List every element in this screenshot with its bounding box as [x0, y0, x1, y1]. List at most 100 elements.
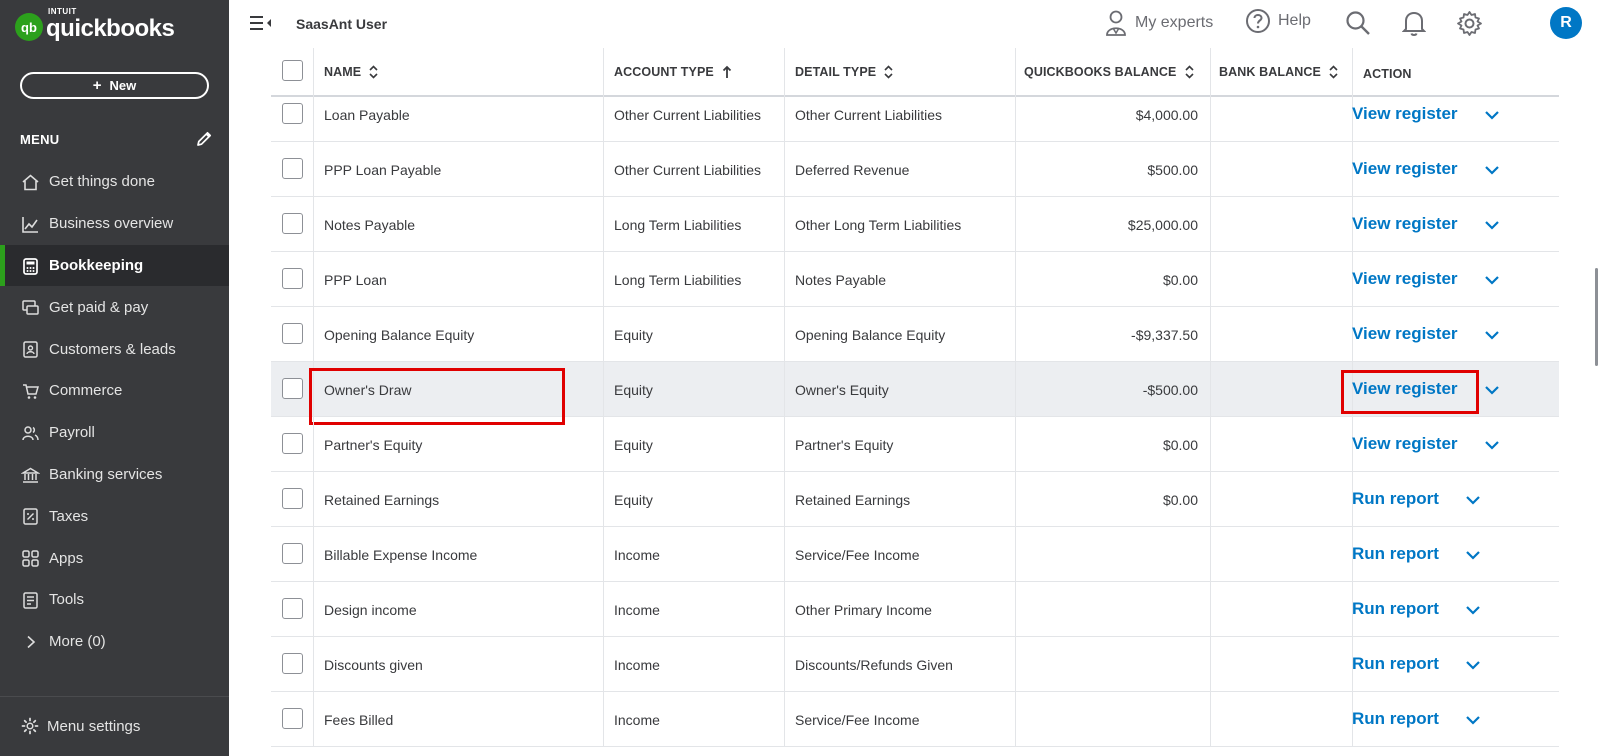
settings-gear-icon[interactable]: [1456, 10, 1483, 37]
sidebar-item-apps[interactable]: Apps: [0, 537, 229, 579]
chevron-down-icon[interactable]: [1484, 275, 1500, 285]
sidebar-item-label: Commerce: [49, 382, 123, 400]
chevron-down-icon[interactable]: [1484, 440, 1500, 450]
row-checkbox[interactable]: [282, 708, 303, 729]
avatar[interactable]: R: [1550, 7, 1582, 39]
cell-quickbooks-balance: [1016, 527, 1211, 582]
row-checkbox[interactable]: [282, 488, 303, 509]
sidebar-item-more[interactable]: More (0): [0, 621, 229, 663]
cell-quickbooks-balance: [1016, 637, 1211, 692]
row-checkbox[interactable]: [282, 213, 303, 234]
row-checkbox[interactable]: [282, 323, 303, 344]
view-register-link[interactable]: View register: [1352, 434, 1458, 454]
chevron-down-icon[interactable]: [1484, 220, 1500, 230]
row-checkbox[interactable]: [282, 543, 303, 564]
run-report-link[interactable]: Run report: [1352, 544, 1439, 564]
view-register-link[interactable]: View register: [1352, 159, 1458, 179]
chevron-down-icon[interactable]: [1484, 110, 1500, 120]
chevron-down-icon[interactable]: [1465, 715, 1481, 725]
table-row[interactable]: Loan Payable Other Current Liabilities Oth…: [271, 87, 1559, 142]
run-report-link[interactable]: Run report: [1352, 654, 1439, 674]
view-register-link[interactable]: View register: [1352, 379, 1458, 399]
calculator-icon: [23, 257, 38, 275]
tools-icon: [23, 592, 38, 609]
cell-bank-balance: [1211, 472, 1353, 527]
table-row[interactable]: Billable Expense Income Income Service/Fee…: [271, 527, 1559, 582]
search-icon[interactable]: [1345, 10, 1371, 36]
help-icon: [1246, 9, 1270, 33]
table-row[interactable]: PPP Loan Payable Other Current Liabilitie…: [271, 142, 1559, 197]
sidebar-item-customers-leads[interactable]: Customers & leads: [0, 328, 229, 370]
row-checkbox[interactable]: [282, 103, 303, 124]
help-button[interactable]: Help: [1245, 8, 1311, 34]
table-row[interactable]: Notes Payable Long Term Liabilities Other …: [271, 197, 1559, 252]
cell-detail-type: Owner's Equity: [785, 362, 1016, 417]
select-all-checkbox[interactable]: [282, 60, 303, 81]
table-row[interactable]: Opening Balance Equity Equity Opening Bala…: [271, 307, 1559, 362]
row-checkbox[interactable]: [282, 378, 303, 399]
table-row[interactable]: Fees Billed Income Service/Fee Income Run r…: [271, 692, 1559, 747]
sidebar-item-bookkeeping[interactable]: Bookkeeping: [0, 244, 229, 287]
menu-settings-label: Menu settings: [47, 717, 141, 735]
payment-icon: [22, 300, 39, 316]
cell-bank-balance: [1211, 417, 1353, 472]
table-row[interactable]: PPP Loan Long Term Liabilities Notes Payab…: [271, 252, 1559, 307]
run-report-link[interactable]: Run report: [1352, 709, 1439, 729]
quickbooks-logo[interactable]: qb INTUIT quickbooks: [15, 7, 175, 44]
row-checkbox[interactable]: [282, 268, 303, 289]
sidebar-item-label: Banking services: [49, 465, 163, 483]
cell-quickbooks-balance: $0.00: [1016, 252, 1211, 307]
view-register-link[interactable]: View register: [1352, 214, 1458, 234]
table-row[interactable]: Discounts given Income Discounts/Refunds G…: [271, 637, 1559, 692]
sidebar: qb INTUIT quickbooks + New MENU Get thin…: [0, 0, 229, 756]
bell-icon[interactable]: [1402, 10, 1426, 37]
sidebar-item-get-paid-pay[interactable]: Get paid & pay: [0, 286, 229, 328]
my-experts-button[interactable]: My experts: [1103, 8, 1213, 38]
pencil-icon[interactable]: [195, 130, 213, 148]
cell-account-type: Equity: [604, 362, 785, 417]
view-register-link[interactable]: View register: [1352, 104, 1458, 124]
sidebar-item-tools[interactable]: Tools: [0, 579, 229, 621]
sidebar-item-get-things-done[interactable]: Get things done: [0, 161, 229, 203]
sidebar-item-label: More (0): [49, 633, 106, 651]
view-register-link[interactable]: View register: [1352, 269, 1458, 289]
cell-name: Notes Payable: [314, 197, 604, 252]
run-report-link[interactable]: Run report: [1352, 489, 1439, 509]
scrollbar-thumb[interactable]: [1595, 268, 1598, 366]
sidebar-item-business-overview[interactable]: Business overview: [0, 203, 229, 245]
table-row[interactable]: Design income Income Other Primary Income R…: [271, 582, 1559, 637]
sidebar-item-taxes[interactable]: Taxes: [0, 495, 229, 537]
sidebar-item-commerce[interactable]: Commerce: [0, 370, 229, 412]
cell-bank-balance: [1211, 637, 1353, 692]
menu-settings-button[interactable]: Menu settings: [21, 717, 140, 735]
company-name[interactable]: SaasAnt User: [296, 16, 387, 32]
collapse-menu-icon[interactable]: [249, 13, 273, 33]
cart-icon: [23, 384, 39, 399]
cell-quickbooks-balance: $25,000.00: [1016, 197, 1211, 252]
apps-icon: [22, 550, 39, 567]
row-checkbox[interactable]: [282, 158, 303, 179]
sidebar-item-label: Get things done: [49, 173, 155, 191]
sidebar-item-banking-services[interactable]: Banking services: [0, 454, 229, 496]
view-register-link[interactable]: View register: [1352, 324, 1458, 344]
table-row[interactable]: Owner's Draw Equity Owner's Equity -$500.00…: [271, 362, 1559, 425]
cell-name: Billable Expense Income: [314, 527, 604, 582]
table-row[interactable]: Retained Earnings Equity Retained Earnings…: [271, 472, 1559, 527]
chevron-down-icon[interactable]: [1484, 330, 1500, 340]
sidebar-item-payroll[interactable]: Payroll: [0, 412, 229, 454]
plus-icon: +: [92, 77, 102, 94]
row-checkbox[interactable]: [282, 653, 303, 674]
chevron-down-icon[interactable]: [1484, 385, 1500, 395]
row-checkbox[interactable]: [282, 433, 303, 454]
chevron-down-icon[interactable]: [1465, 495, 1481, 505]
chevron-down-icon[interactable]: [1465, 605, 1481, 615]
table-row[interactable]: Partner's Equity Equity Partner's Equity $0…: [271, 417, 1559, 472]
chevron-down-icon[interactable]: [1465, 660, 1481, 670]
cell-name: Partner's Equity: [314, 417, 604, 472]
chevron-down-icon[interactable]: [1484, 165, 1500, 175]
run-report-link[interactable]: Run report: [1352, 599, 1439, 619]
new-button[interactable]: + New: [20, 72, 209, 99]
chevron-down-icon[interactable]: [1465, 550, 1481, 560]
row-checkbox[interactable]: [282, 598, 303, 619]
sort-ascending-icon: [722, 65, 731, 78]
